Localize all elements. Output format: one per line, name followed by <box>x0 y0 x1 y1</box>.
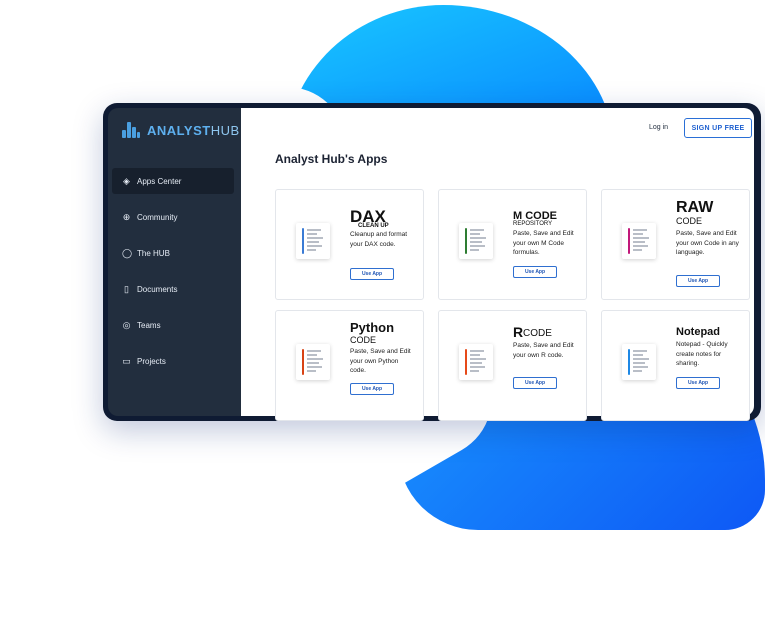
app-title: R <box>513 324 524 340</box>
app-card-dax[interactable]: DAX CLEAN UP Cleanup and format your DAX… <box>275 189 424 300</box>
sidebar-item-community[interactable]: ⊕ Community <box>112 204 234 230</box>
app-title: Python <box>350 320 395 335</box>
app-subtitle: CODE <box>523 328 552 339</box>
app-subtitle: CLEAN UP <box>358 223 389 229</box>
app-description: Cleanup and format your DAX code. <box>350 231 408 248</box>
sidebar-item-the-hub[interactable]: ◯ The HUB <box>112 240 234 266</box>
main-content: Log in SIGN UP FREE Analyst Hub's Apps D… <box>241 108 754 421</box>
use-app-button[interactable]: Use App <box>676 275 720 287</box>
sidebar-item-teams[interactable]: ◎ Teams <box>112 312 234 338</box>
app-title: Notepad <box>676 326 720 338</box>
brand-name: ANALYSTHUB <box>147 122 240 138</box>
app-thumbnail <box>459 223 493 259</box>
sidebar-item-label: Teams <box>137 320 161 330</box>
app-card-r-code[interactable]: R CODE Paste, Save and Edit your own R c… <box>438 310 587 421</box>
chat-icon: ◯ <box>122 247 133 258</box>
sidebar-item-label: Projects <box>137 356 166 366</box>
app-window: ANALYSTHUB ◈ Apps Center ⊕ Community ◯ T… <box>103 103 761 421</box>
login-link[interactable]: Log in <box>649 124 668 131</box>
signup-button[interactable]: SIGN UP FREE <box>684 118 752 138</box>
sidebar: ANALYSTHUB ◈ Apps Center ⊕ Community ◯ T… <box>108 108 241 416</box>
app-subtitle: CODE <box>350 335 377 345</box>
brand-logo[interactable]: ANALYSTHUB <box>122 122 240 138</box>
app-thumbnail <box>622 223 656 259</box>
app-title: RAW <box>676 199 714 216</box>
app-card-m-code[interactable]: M CODE REPOSITORY Paste, Save and Edit y… <box>438 189 587 300</box>
folder-icon: ▭ <box>122 355 131 366</box>
use-app-button[interactable]: Use App <box>513 377 557 389</box>
use-app-button[interactable]: Use App <box>350 383 394 395</box>
app-card-raw[interactable]: RAW CODE Paste, Save and Edit your own C… <box>601 189 750 300</box>
sidebar-item-documents[interactable]: ▯ Documents <box>112 276 234 302</box>
layers-icon: ◈ <box>123 175 130 186</box>
globe-icon: ⊕ <box>122 211 131 222</box>
sidebar-item-label: Apps Center <box>137 176 182 186</box>
app-subtitle: CODE <box>676 216 703 226</box>
app-thumbnail <box>296 344 330 380</box>
app-description: Paste, Save and Edit your own R code. <box>513 342 574 359</box>
use-app-button[interactable]: Use App <box>676 377 720 389</box>
page-title: Analyst Hub's Apps <box>275 152 388 166</box>
sidebar-item-label: Documents <box>137 284 178 294</box>
app-thumbnail <box>459 344 493 380</box>
app-description: Paste, Save and Edit your own M Code for… <box>513 230 574 256</box>
logo-bars-icon <box>122 122 140 138</box>
use-app-button[interactable]: Use App <box>513 266 557 278</box>
app-thumbnail <box>296 223 330 259</box>
app-card-python[interactable]: Python CODE Paste, Save and Edit your ow… <box>275 310 424 421</box>
use-app-button[interactable]: Use App <box>350 268 394 280</box>
app-card-notepad[interactable]: Notepad Notepad - Quickly create notes f… <box>601 310 750 421</box>
user-icon: ◎ <box>122 319 131 330</box>
app-subtitle: REPOSITORY <box>513 221 553 227</box>
sidebar-item-apps-center[interactable]: ◈ Apps Center <box>112 168 234 194</box>
sidebar-item-label: The HUB <box>137 248 170 258</box>
app-description: Notepad - Quickly create notes for shari… <box>676 341 728 367</box>
document-icon: ▯ <box>124 283 129 294</box>
app-description: Paste, Save and Edit your own Python cod… <box>350 348 411 374</box>
sidebar-nav: ◈ Apps Center ⊕ Community ◯ The HUB ▯ Do… <box>112 168 234 384</box>
sidebar-item-label: Community <box>137 212 178 222</box>
app-description: Paste, Save and Edit your own Code in an… <box>676 230 739 256</box>
sidebar-item-projects[interactable]: ▭ Projects <box>112 348 234 374</box>
app-thumbnail <box>622 344 656 380</box>
